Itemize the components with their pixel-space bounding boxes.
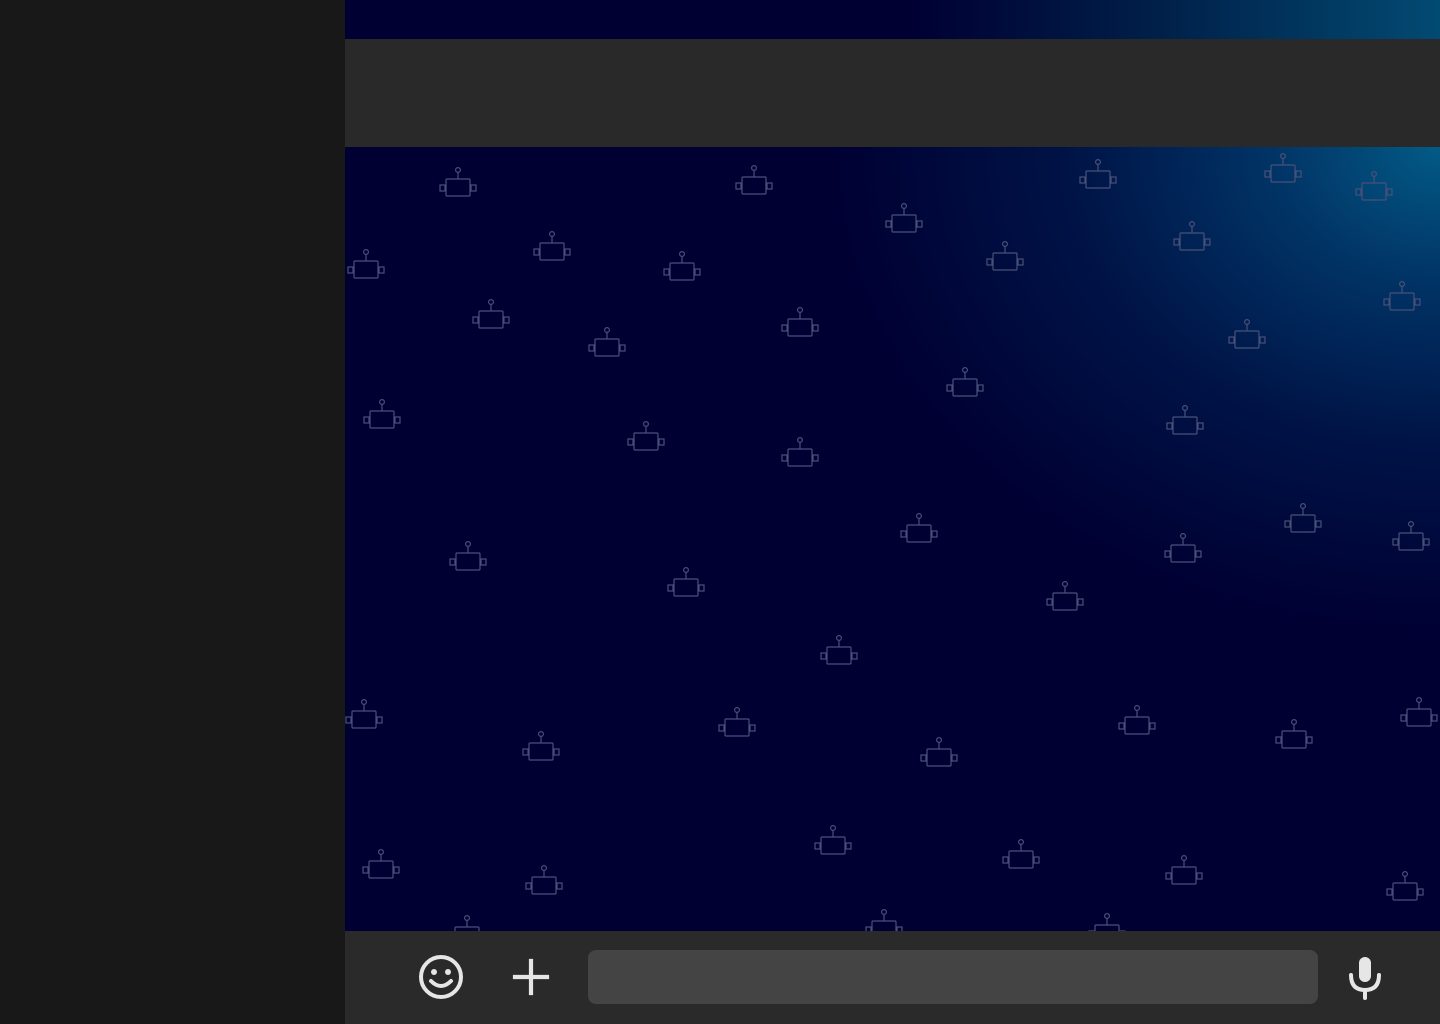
- robot-icon: [1392, 521, 1430, 551]
- robot-icon: [900, 513, 938, 543]
- robot-icon: [1264, 153, 1302, 183]
- robot-icon: [663, 251, 701, 281]
- robot-icon: [1079, 159, 1117, 189]
- robot-icon: [667, 567, 705, 597]
- robot-icon: [820, 635, 858, 665]
- robot-icon: [718, 707, 756, 737]
- robot-icon: [588, 327, 626, 357]
- robot-icon: [986, 241, 1024, 271]
- app-window: [0, 0, 1440, 1024]
- robot-icon: [1166, 405, 1204, 435]
- robot-icon: [1275, 719, 1313, 749]
- smiley-icon: [419, 955, 463, 999]
- robot-icon: [347, 249, 385, 279]
- robot-icon: [627, 421, 665, 451]
- robot-icon: [781, 307, 819, 337]
- robot-icon: [865, 909, 903, 931]
- top-gradient-strip: [345, 0, 1440, 39]
- robot-icon: [449, 541, 487, 571]
- chat-header: [345, 39, 1440, 147]
- sidebar: [0, 0, 345, 1024]
- robot-icon: [1284, 503, 1322, 533]
- robot-icon: [525, 865, 563, 895]
- robot-icon: [885, 203, 923, 233]
- robot-icon: [1355, 171, 1393, 201]
- robot-icon: [533, 231, 571, 261]
- robot-icon: [946, 367, 984, 397]
- robot-icon: [1386, 871, 1424, 901]
- robot-icon: [363, 399, 401, 429]
- robot-icon: [522, 731, 560, 761]
- robot-icon: [472, 299, 510, 329]
- emoji-button[interactable]: [417, 953, 465, 1001]
- robot-icon: [1046, 581, 1084, 611]
- robot-icon: [1228, 319, 1266, 349]
- robot-icon: [1118, 705, 1156, 735]
- attach-button[interactable]: [507, 953, 555, 1001]
- robot-icon: [1400, 697, 1438, 727]
- plus-icon: [512, 958, 550, 996]
- robot-icon: [920, 737, 958, 767]
- robot-icon: [362, 849, 400, 879]
- voice-message-button[interactable]: [1341, 953, 1389, 1001]
- robot-icon: [1164, 533, 1202, 563]
- robot-icon: [345, 699, 383, 729]
- chat-message-area[interactable]: [345, 147, 1440, 931]
- robot-icon: [454, 915, 480, 931]
- robot-icon: [1088, 913, 1126, 931]
- microphone-icon: [1349, 957, 1381, 1000]
- robot-icon: [1002, 839, 1040, 869]
- robot-icon: [1165, 855, 1203, 885]
- message-composer: [345, 931, 1440, 1024]
- message-input[interactable]: [588, 950, 1318, 1004]
- robot-icon: [814, 825, 852, 855]
- robot-icon: [1173, 221, 1211, 251]
- chat-wallpaper-pattern: [345, 153, 1438, 931]
- robot-icon: [735, 165, 773, 195]
- robot-icon: [781, 437, 819, 467]
- robot-icon: [439, 167, 477, 197]
- robot-icon: [1383, 281, 1421, 311]
